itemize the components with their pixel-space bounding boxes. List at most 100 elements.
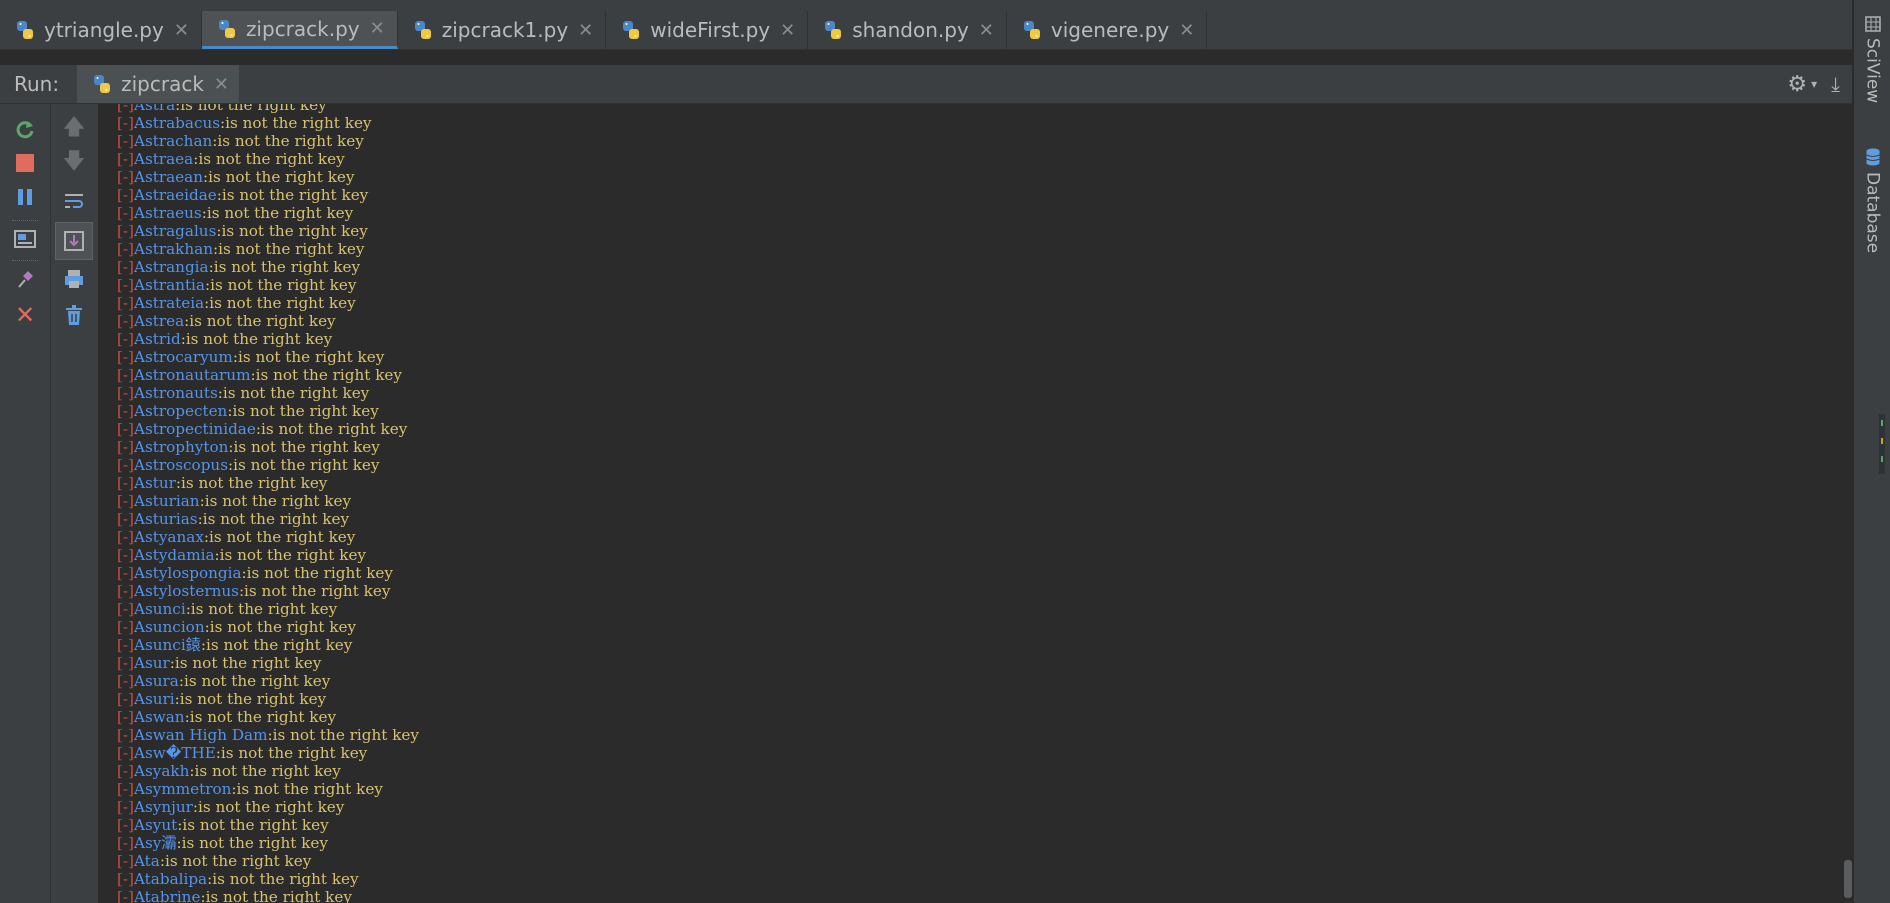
line-prefix: [-] <box>117 708 134 726</box>
editor-tab[interactable]: wideFirst.py ✕ <box>606 11 809 49</box>
line-prefix: [-] <box>117 564 134 582</box>
tried-key: Asunci <box>133 600 186 618</box>
database-tool-button[interactable]: Database <box>1854 148 1890 253</box>
result-message: :is not the right key <box>267 726 419 744</box>
result-message: :is not the right key <box>201 204 354 222</box>
line-prefix: [-] <box>117 600 134 618</box>
status-marker <box>1879 414 1885 474</box>
tried-key: Asymmetron <box>133 780 232 798</box>
console-line: [-]Astrangia:is not the right key <box>117 258 419 276</box>
console-line: [-]Asturias:is not the right key <box>117 510 419 528</box>
restore-layout-icon[interactable] <box>10 224 40 254</box>
tried-key: Aswan <box>133 708 185 726</box>
editor-tab[interactable]: vigenere.py ✕ <box>1007 11 1208 49</box>
line-prefix: [-] <box>117 690 134 708</box>
line-prefix: [-] <box>117 456 134 474</box>
editor-tab[interactable]: ytriangle.py ✕ <box>0 11 202 49</box>
console-line: [-]Astronauts:is not the right key <box>117 384 419 402</box>
editor-tab[interactable]: zipcrack1.py ✕ <box>398 11 607 49</box>
close-icon[interactable]: ✕ <box>10 300 40 330</box>
console-line: [-]Astylospongia:is not the right key <box>117 564 419 582</box>
line-prefix: [-] <box>117 276 134 294</box>
tried-key: Atabalipa <box>133 870 208 888</box>
result-message: :is not the right key <box>192 798 345 816</box>
console-line: [-]Asyut:is not the right key <box>117 816 419 834</box>
editor-tab-label: vigenere.py <box>1050 18 1170 42</box>
result-message: :is not the right key <box>169 654 322 672</box>
line-prefix: [-] <box>117 834 134 852</box>
result-message: :is not the right key <box>208 258 361 276</box>
line-prefix: [-] <box>117 204 134 222</box>
tried-key: Astragalus <box>133 222 217 240</box>
trash-icon[interactable] <box>59 300 89 330</box>
line-prefix: [-] <box>117 474 134 492</box>
tried-key: Astrakhan <box>133 240 213 258</box>
run-config-tab[interactable]: zipcrack ✕ <box>77 65 239 103</box>
close-icon[interactable]: ✕ <box>370 18 385 39</box>
run-left-toolbar: ✕ <box>0 104 51 903</box>
pin-icon[interactable] <box>10 264 40 294</box>
stop-icon[interactable] <box>10 148 40 178</box>
close-icon[interactable]: ✕ <box>214 74 229 95</box>
close-icon[interactable]: ✕ <box>578 20 593 41</box>
console-side-toolbar: 🡅 🡇 <box>51 104 99 903</box>
sciview-tool-button[interactable]: SciView <box>1854 16 1890 103</box>
python-icon <box>825 21 842 39</box>
soft-wrap-icon[interactable] <box>59 186 89 216</box>
tried-key: Astylosternus <box>133 582 239 600</box>
tried-key: Astraeidae <box>133 186 217 204</box>
close-icon[interactable]: ✕ <box>174 20 189 41</box>
result-message: :is not the right key <box>200 636 353 654</box>
console-scrollbar[interactable] <box>1843 104 1852 903</box>
console-output[interactable]: [-]Astra:is not the right key [-]Astrabac… <box>99 104 1850 903</box>
console-line: [-]Astraea:is not the right key <box>117 150 419 168</box>
result-message: :is not the right key <box>228 438 380 456</box>
result-message: :is not the right key <box>204 276 357 294</box>
line-prefix: [-] <box>117 150 134 168</box>
python-icon <box>94 75 111 93</box>
line-prefix: [-] <box>117 420 134 438</box>
tried-key: Atabrine <box>133 888 201 903</box>
line-prefix: [-] <box>117 240 134 258</box>
download-icon[interactable]: ⤓ <box>1831 72 1840 96</box>
tried-key: Asturian <box>133 492 200 510</box>
editor-tab-bar: ytriangle.py ✕ zipcrack.py ✕ zipcrack1.py ✕ wi… <box>0 11 1852 50</box>
result-message: :is not the right key <box>175 104 327 114</box>
arrow-down-icon[interactable]: 🡇 <box>59 148 89 178</box>
close-icon[interactable]: ✕ <box>979 20 994 41</box>
console-line: [-]Astrabacus:is not the right key <box>117 114 419 132</box>
editor-tab[interactable]: zipcrack.py ✕ <box>201 11 398 49</box>
editor-tab-label: ytriangle.py <box>44 18 164 42</box>
line-prefix: [-] <box>117 366 134 384</box>
pause-icon[interactable] <box>10 182 40 212</box>
print-icon[interactable] <box>59 264 89 294</box>
line-prefix: [-] <box>117 312 134 330</box>
tried-key: Astrea <box>133 312 185 330</box>
rerun-icon[interactable] <box>10 114 40 144</box>
chevron-down-icon[interactable]: ▾ <box>1811 77 1817 91</box>
python-icon <box>17 21 33 39</box>
result-message: :is not the right key <box>175 474 328 492</box>
result-message: :is not the right key <box>212 132 364 150</box>
line-prefix: [-] <box>117 348 134 366</box>
result-message: :is not the right key <box>215 744 368 762</box>
gear-icon[interactable]: ⚙ <box>1787 72 1807 97</box>
scroll-to-end-icon[interactable] <box>55 222 93 260</box>
arrow-up-icon[interactable]: 🡅 <box>59 114 89 144</box>
scrollbar-thumb[interactable] <box>1844 860 1852 898</box>
grid-icon <box>1864 16 1881 32</box>
editor-tab[interactable]: shandon.py ✕ <box>808 11 1007 49</box>
run-label: Run: <box>14 72 60 96</box>
console-line: [-]Astrid:is not the right key <box>117 330 419 348</box>
close-icon[interactable]: ✕ <box>780 20 795 41</box>
editor-tab-label: wideFirst.py <box>650 18 771 42</box>
close-icon[interactable]: ✕ <box>1179 20 1194 41</box>
result-message: :is not the right key <box>178 672 331 690</box>
result-message: :is not the right key <box>174 690 327 708</box>
tried-key: Ata <box>133 852 160 870</box>
console-line: [-]Asuncion:is not the right key <box>117 618 419 636</box>
line-prefix: [-] <box>117 852 134 870</box>
line-prefix: [-] <box>117 636 134 654</box>
python-icon <box>623 21 640 39</box>
console-line: [-]Asw�THE:is not the right key <box>117 744 419 762</box>
